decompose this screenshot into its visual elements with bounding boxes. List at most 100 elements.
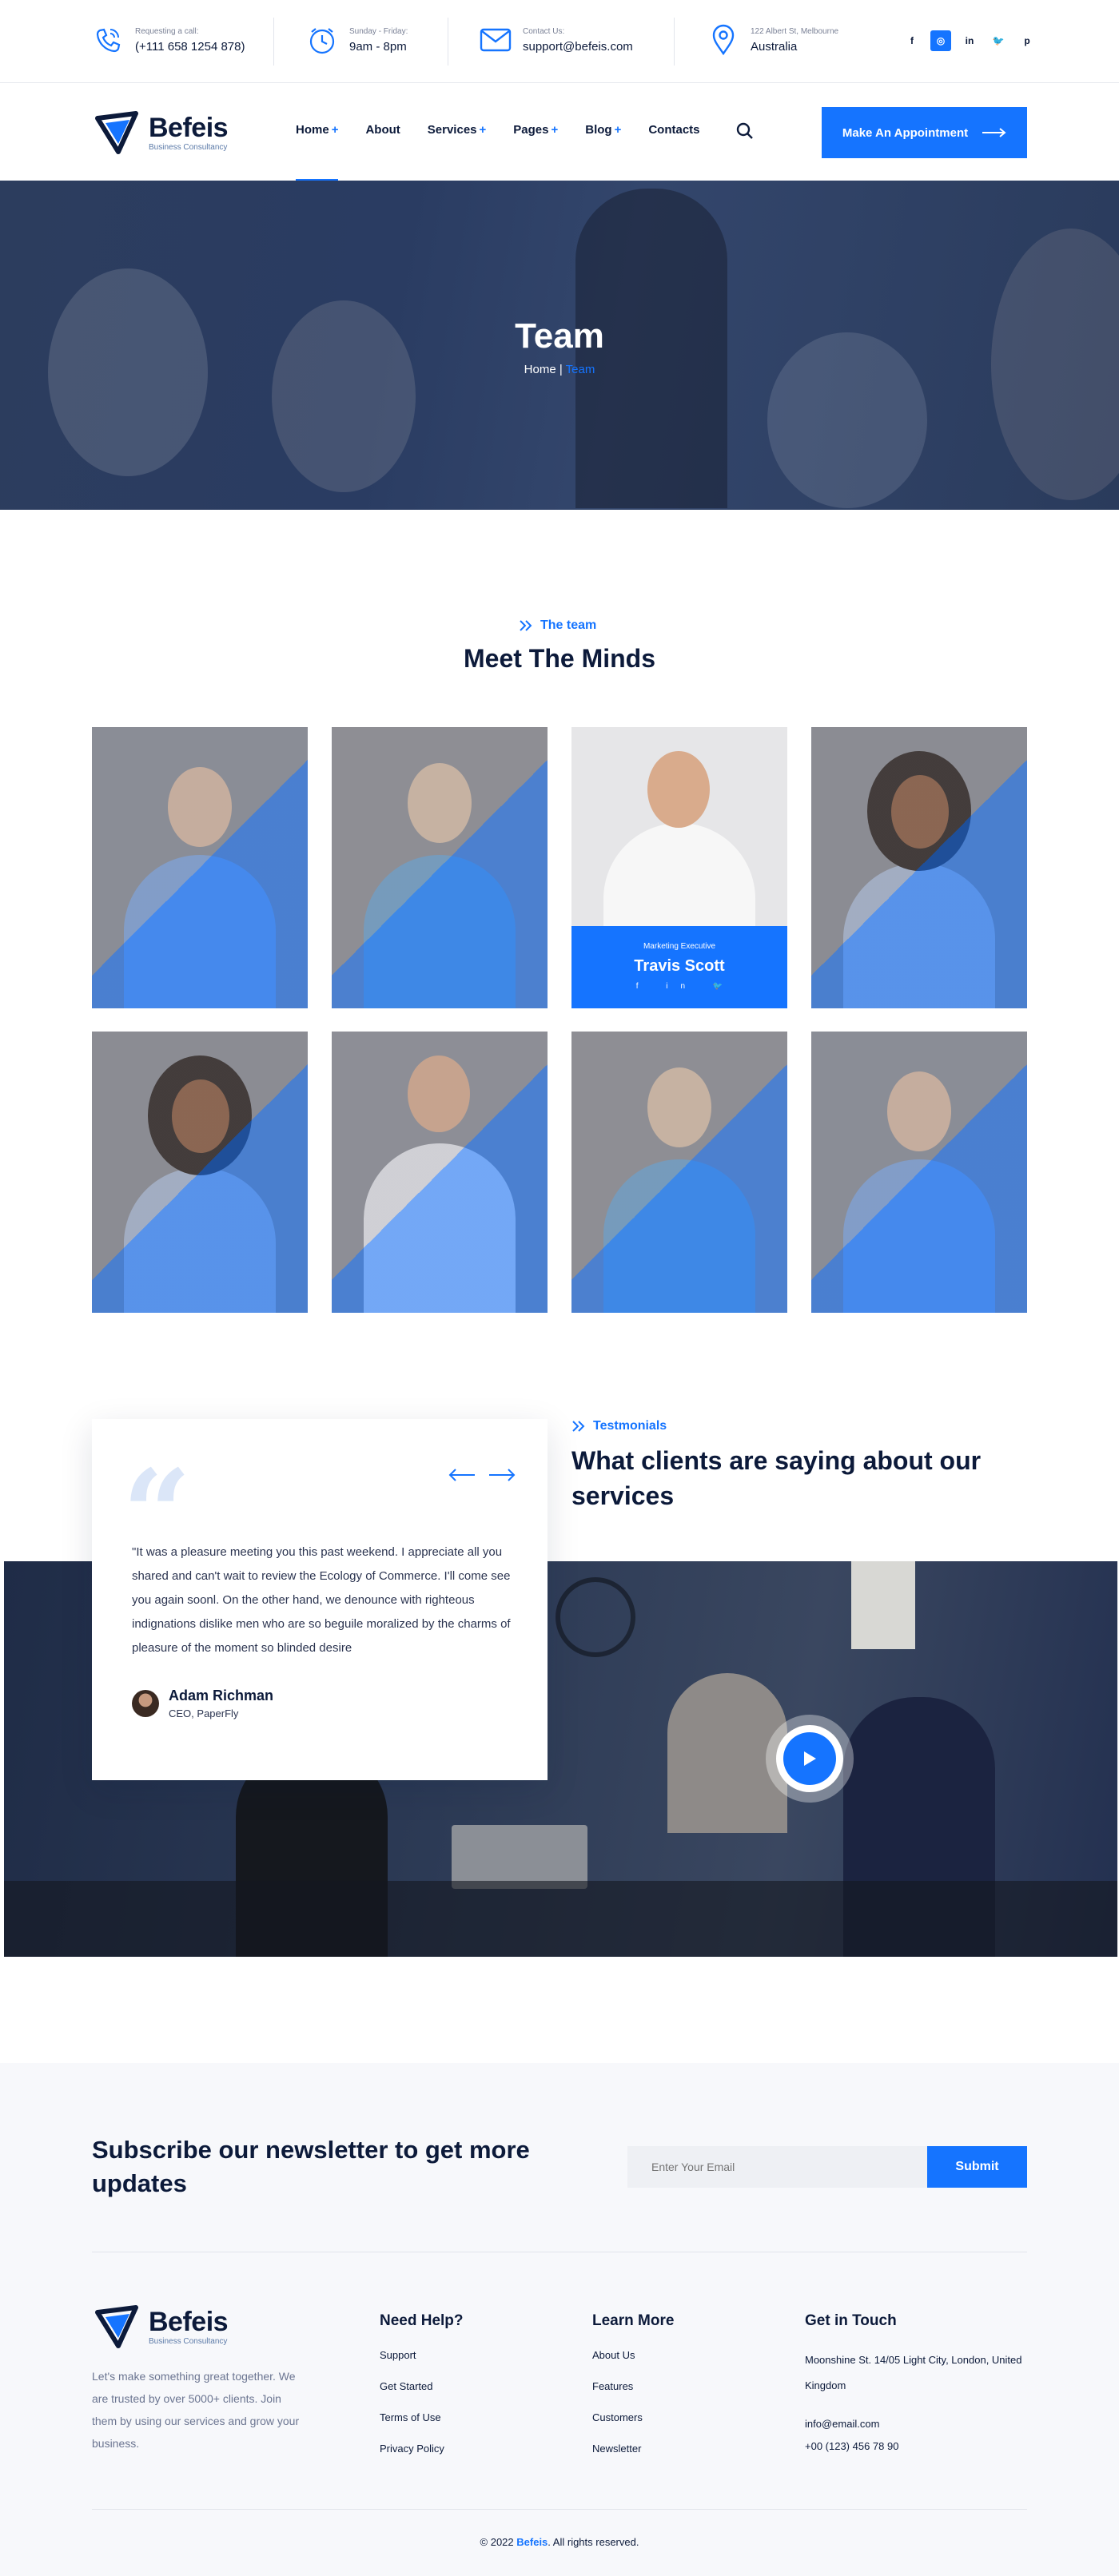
card-overlay [332, 1032, 548, 1313]
page-title: Team [515, 316, 604, 356]
nav-item-pages[interactable]: Pages + [513, 123, 558, 137]
plus-icon: + [479, 123, 487, 137]
nav-label: Services [427, 123, 477, 137]
brand-logo[interactable]: Befeis Business Consultancy [94, 109, 229, 157]
search-icon[interactable] [735, 121, 755, 145]
slider-controls [448, 1469, 516, 1481]
author-role: CEO, PaperFly [169, 1707, 239, 1719]
member-role: Marketing Executive [643, 942, 716, 951]
plus-icon: + [551, 123, 559, 137]
arrow-right-icon[interactable] [488, 1469, 516, 1481]
team-member-card[interactable] [332, 1032, 548, 1313]
brand-name: Befeis [149, 112, 229, 143]
footer-link-features[interactable]: Features [592, 2380, 633, 2392]
play-ring [776, 1725, 843, 1792]
table-surface [4, 1881, 1117, 1957]
newsletter-title: Subscribe our newsletter to get more upd… [92, 2136, 530, 2197]
appointment-label: Make An Appointment [842, 125, 969, 140]
video-play-button[interactable] [766, 1715, 854, 1803]
pinterest-icon[interactable]: p [1017, 30, 1037, 51]
team-member-card[interactable] [811, 1032, 1027, 1313]
page-hero: Team Home | Team [0, 181, 1119, 510]
testimonial-card: “ "It was a pleasure meeting you this pa… [92, 1419, 548, 1780]
appointment-button[interactable]: Make An Appointment [822, 107, 1027, 158]
footer-phone[interactable]: +00 (123) 456 78 90 [805, 2440, 898, 2452]
facebook-icon[interactable]: f [902, 30, 922, 51]
nav-item-about[interactable]: About [365, 123, 400, 137]
nav-item-home[interactable]: Home + [296, 123, 339, 181]
testimonials-eyebrow-label: Testmonials [593, 1419, 667, 1433]
footer: Subscribe our newsletter to get more upd… [0, 2063, 1119, 2576]
mail-icon [480, 24, 512, 56]
footer-link-about[interactable]: About Us [592, 2349, 635, 2361]
footer-about: Let's make something great together. We … [92, 2370, 300, 2450]
top-info-bar: Requesting a call: (+111 658 1254 878) S… [0, 0, 1119, 83]
newsletter-email-input[interactable] [627, 2146, 927, 2188]
twitter-icon[interactable]: 🐦 [988, 30, 1009, 51]
member-name[interactable]: Travis Scott [571, 957, 787, 976]
arrow-left-icon[interactable] [448, 1469, 476, 1481]
footer-link-newsletter[interactable]: Newsletter [592, 2443, 641, 2455]
footer-link-privacy[interactable]: Privacy Policy [380, 2443, 444, 2455]
contact-info[interactable]: Contact Us: support@befeis.com [480, 24, 633, 56]
card-overlay [332, 727, 548, 1008]
member-social-icons[interactable]: f in 🐦 [571, 982, 787, 991]
team-member-card-featured[interactable]: Marketing Executive Travis Scott f in 🐦 [571, 727, 787, 1008]
double-chevron-icon [572, 1421, 585, 1432]
hours-label: Sunday - Friday: [349, 26, 408, 36]
footer-link-terms[interactable]: Terms of Use [380, 2411, 441, 2423]
card-overlay [92, 727, 308, 1008]
wall-frame-decoration [851, 1561, 915, 1649]
brand-name: Befeis [149, 2306, 229, 2337]
footer-link-customers[interactable]: Customers [592, 2411, 643, 2423]
copyright-suffix: . All rights reserved. [548, 2536, 639, 2548]
avatar [132, 1690, 159, 1717]
breadcrumb-home[interactable]: Home [524, 363, 556, 376]
divider [92, 2509, 1027, 2510]
newsletter-email-field[interactable] [627, 2146, 927, 2188]
copyright-prefix: © 2022 [480, 2536, 517, 2548]
footer-address: Moonshine St. 14/05 Light City, London, … [805, 2354, 1022, 2391]
hero-photo-figure [767, 332, 927, 508]
double-chevron-icon [520, 620, 532, 631]
linkedin-icon[interactable]: in [959, 30, 980, 51]
footer-link-get-started[interactable]: Get Started [380, 2380, 432, 2392]
nav-item-contacts[interactable]: Contacts [648, 123, 699, 137]
nav-label: Contacts [648, 123, 700, 137]
nav-label: Pages [513, 123, 549, 137]
member-photo-head [647, 751, 710, 828]
logo-mark-icon [95, 111, 138, 154]
footer-email[interactable]: info@email.com [805, 2418, 879, 2430]
footer-link-support[interactable]: Support [380, 2349, 416, 2361]
contact-label: Contact Us: [523, 26, 565, 36]
divider [273, 18, 274, 66]
nav-item-blog[interactable]: Blog + [585, 123, 621, 137]
breadcrumb-current: Team [565, 363, 595, 376]
team-member-card[interactable] [571, 1032, 787, 1313]
team-member-card[interactable] [92, 1032, 308, 1313]
footer-logo[interactable]: Befeis Business Consultancy [94, 2303, 229, 2351]
clock-icon [306, 24, 338, 56]
copyright-brand[interactable]: Befeis [516, 2536, 548, 2548]
testimonial-quote: "It was a pleasure meeting you this past… [132, 1545, 511, 1655]
footer-touch-title: Get in Touch [805, 2312, 897, 2329]
member-info-box: Marketing Executive Travis Scott f in 🐦 [571, 926, 787, 1008]
call-number: (+111 658 1254 878) [135, 39, 245, 54]
footer-learn-title: Learn More [592, 2312, 675, 2329]
team-eyebrow-label: The team [540, 618, 597, 632]
newsletter-submit-button[interactable]: Submit [927, 2146, 1027, 2188]
dribbble-icon[interactable]: ◎ [930, 30, 951, 51]
call-info[interactable]: Requesting a call: (+111 658 1254 878) [92, 24, 245, 56]
plus-icon: + [614, 123, 622, 137]
nav-label: About [365, 123, 400, 137]
divider [674, 18, 675, 66]
phone-icon [92, 24, 124, 56]
breadcrumb: Home | Team [0, 363, 1119, 376]
nav-item-services[interactable]: Services + [428, 123, 487, 137]
team-member-card[interactable] [92, 727, 308, 1008]
team-member-card[interactable] [332, 727, 548, 1008]
author-name: Adam Richman [169, 1688, 274, 1703]
team-member-card[interactable] [811, 727, 1027, 1008]
team-title: Meet The Minds [463, 644, 655, 673]
social-links: f ◎ in 🐦 p [902, 30, 1037, 51]
